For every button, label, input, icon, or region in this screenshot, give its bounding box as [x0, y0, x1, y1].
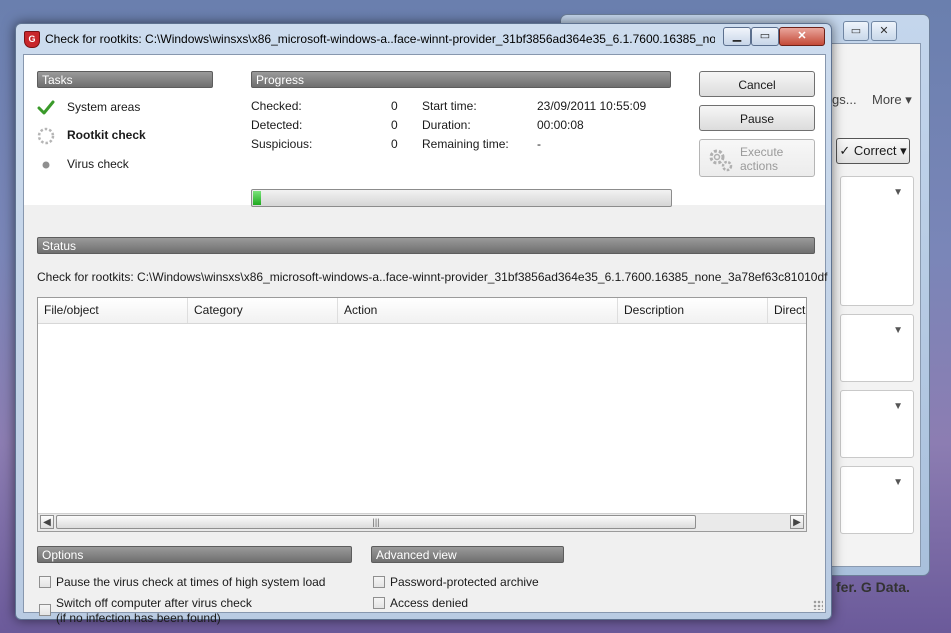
start-time-value: 23/09/2011 10:55:09 [537, 99, 647, 113]
bg-panel[interactable]: ▼ [840, 176, 914, 306]
column-header-category[interactable]: Category [188, 298, 338, 323]
advanced-view-header: Advanced view [371, 546, 564, 563]
bg-panel[interactable]: ▼ [840, 314, 914, 382]
gdata-shield-icon: G [24, 31, 40, 48]
scroll-left-arrow-icon[interactable]: ◀ [40, 515, 54, 529]
bg-panel[interactable]: ▼ [840, 390, 914, 458]
task-label: System areas [67, 100, 141, 114]
scrollbar-thumb[interactable]: ||| [56, 515, 696, 529]
checkmark-icon [37, 100, 55, 115]
column-header-file-object[interactable]: File/object [38, 298, 188, 323]
chevron-down-icon: ▼ [893, 187, 903, 198]
options-header: Options [37, 546, 352, 563]
results-table[interactable]: File/object Category Action Description … [37, 297, 807, 532]
chevron-down-icon: ▼ [893, 477, 903, 488]
bg-correct-button[interactable]: ✓ Correct ▾ [836, 138, 910, 164]
task-label: Rootkit check [67, 128, 146, 142]
checkbox[interactable] [373, 597, 385, 609]
column-header-direct[interactable]: Direct [768, 298, 806, 323]
title-bar[interactable]: G Check for rootkits: C:\Windows\winsxs\… [16, 24, 831, 54]
checked-label: Checked: [251, 99, 302, 113]
execute-line1: Execute [740, 145, 784, 159]
suspicious-value: 0 [391, 137, 398, 151]
scan-progress-bar [251, 189, 672, 207]
bg-maximize-button[interactable]: ▭ [843, 21, 869, 41]
gears-icon [709, 149, 733, 172]
chevron-down-icon: ▼ [893, 325, 903, 336]
duration-label: Duration: [422, 118, 471, 132]
checkbox[interactable] [39, 604, 51, 616]
bg-panel[interactable]: ▼ [840, 466, 914, 534]
maximize-button[interactable]: ▭ [751, 27, 779, 46]
checkbox[interactable] [373, 576, 385, 588]
window-title: Check for rootkits: C:\Windows\winsxs\x8… [45, 32, 715, 46]
checkbox[interactable] [39, 576, 51, 588]
progress-header: Progress [251, 71, 671, 88]
minimize-button[interactable]: ▁ [723, 27, 751, 46]
remaining-time-label: Remaining time: [422, 137, 509, 151]
suspicious-label: Suspicious: [251, 137, 313, 151]
remaining-time-value: - [537, 137, 541, 151]
task-label: Virus check [67, 157, 129, 171]
bg-footer-text: fer. G Data. [836, 579, 910, 595]
table-header: File/object Category Action Description … [38, 298, 806, 324]
horizontal-scrollbar[interactable]: ◀ ||| ▶ [38, 513, 806, 531]
detected-label: Detected: [251, 118, 303, 132]
checkbox-label: Access denied [390, 596, 469, 610]
start-time-label: Start time: [422, 99, 477, 113]
scroll-right-arrow-icon[interactable]: ▶ [790, 515, 804, 529]
progress-fill [253, 191, 262, 205]
bg-more-menu[interactable]: More ▾ [872, 92, 912, 108]
chevron-down-icon: ▼ [893, 401, 903, 412]
tasks-header: Tasks [37, 71, 213, 88]
checkbox-label: Password-protected archive [390, 575, 539, 589]
execute-line2: actions [740, 159, 779, 173]
checked-value: 0 [391, 99, 398, 113]
detected-value: 0 [391, 118, 398, 132]
rootkit-check-window: G Check for rootkits: C:\Windows\winsxs\… [15, 23, 832, 625]
bg-settings-link[interactable]: gs... [832, 92, 857, 107]
status-header: Status [37, 237, 815, 254]
close-button[interactable]: ✕ [779, 27, 825, 46]
resize-grip-icon[interactable] [813, 600, 823, 610]
duration-value: 00:00:08 [537, 118, 584, 132]
column-header-action[interactable]: Action [338, 298, 618, 323]
checkbox-label: Pause the virus check at times of high s… [56, 575, 326, 589]
checkbox-label: Switch off computer after virus check (if… [56, 596, 252, 625]
pending-dot-icon [42, 161, 50, 169]
status-text: Check for rootkits: C:\Windows\winsxs\x8… [37, 270, 828, 284]
window-client-area: Tasks System areas Rootkit check Virus c… [23, 54, 828, 625]
cancel-button[interactable]: Cancel [699, 71, 815, 97]
pause-button[interactable]: Pause [699, 105, 815, 131]
spinner-icon [37, 127, 55, 145]
execute-actions-button[interactable]: Execute actions [699, 139, 815, 177]
column-header-description[interactable]: Description [618, 298, 768, 323]
bg-close-button[interactable]: ✕ [871, 21, 897, 41]
